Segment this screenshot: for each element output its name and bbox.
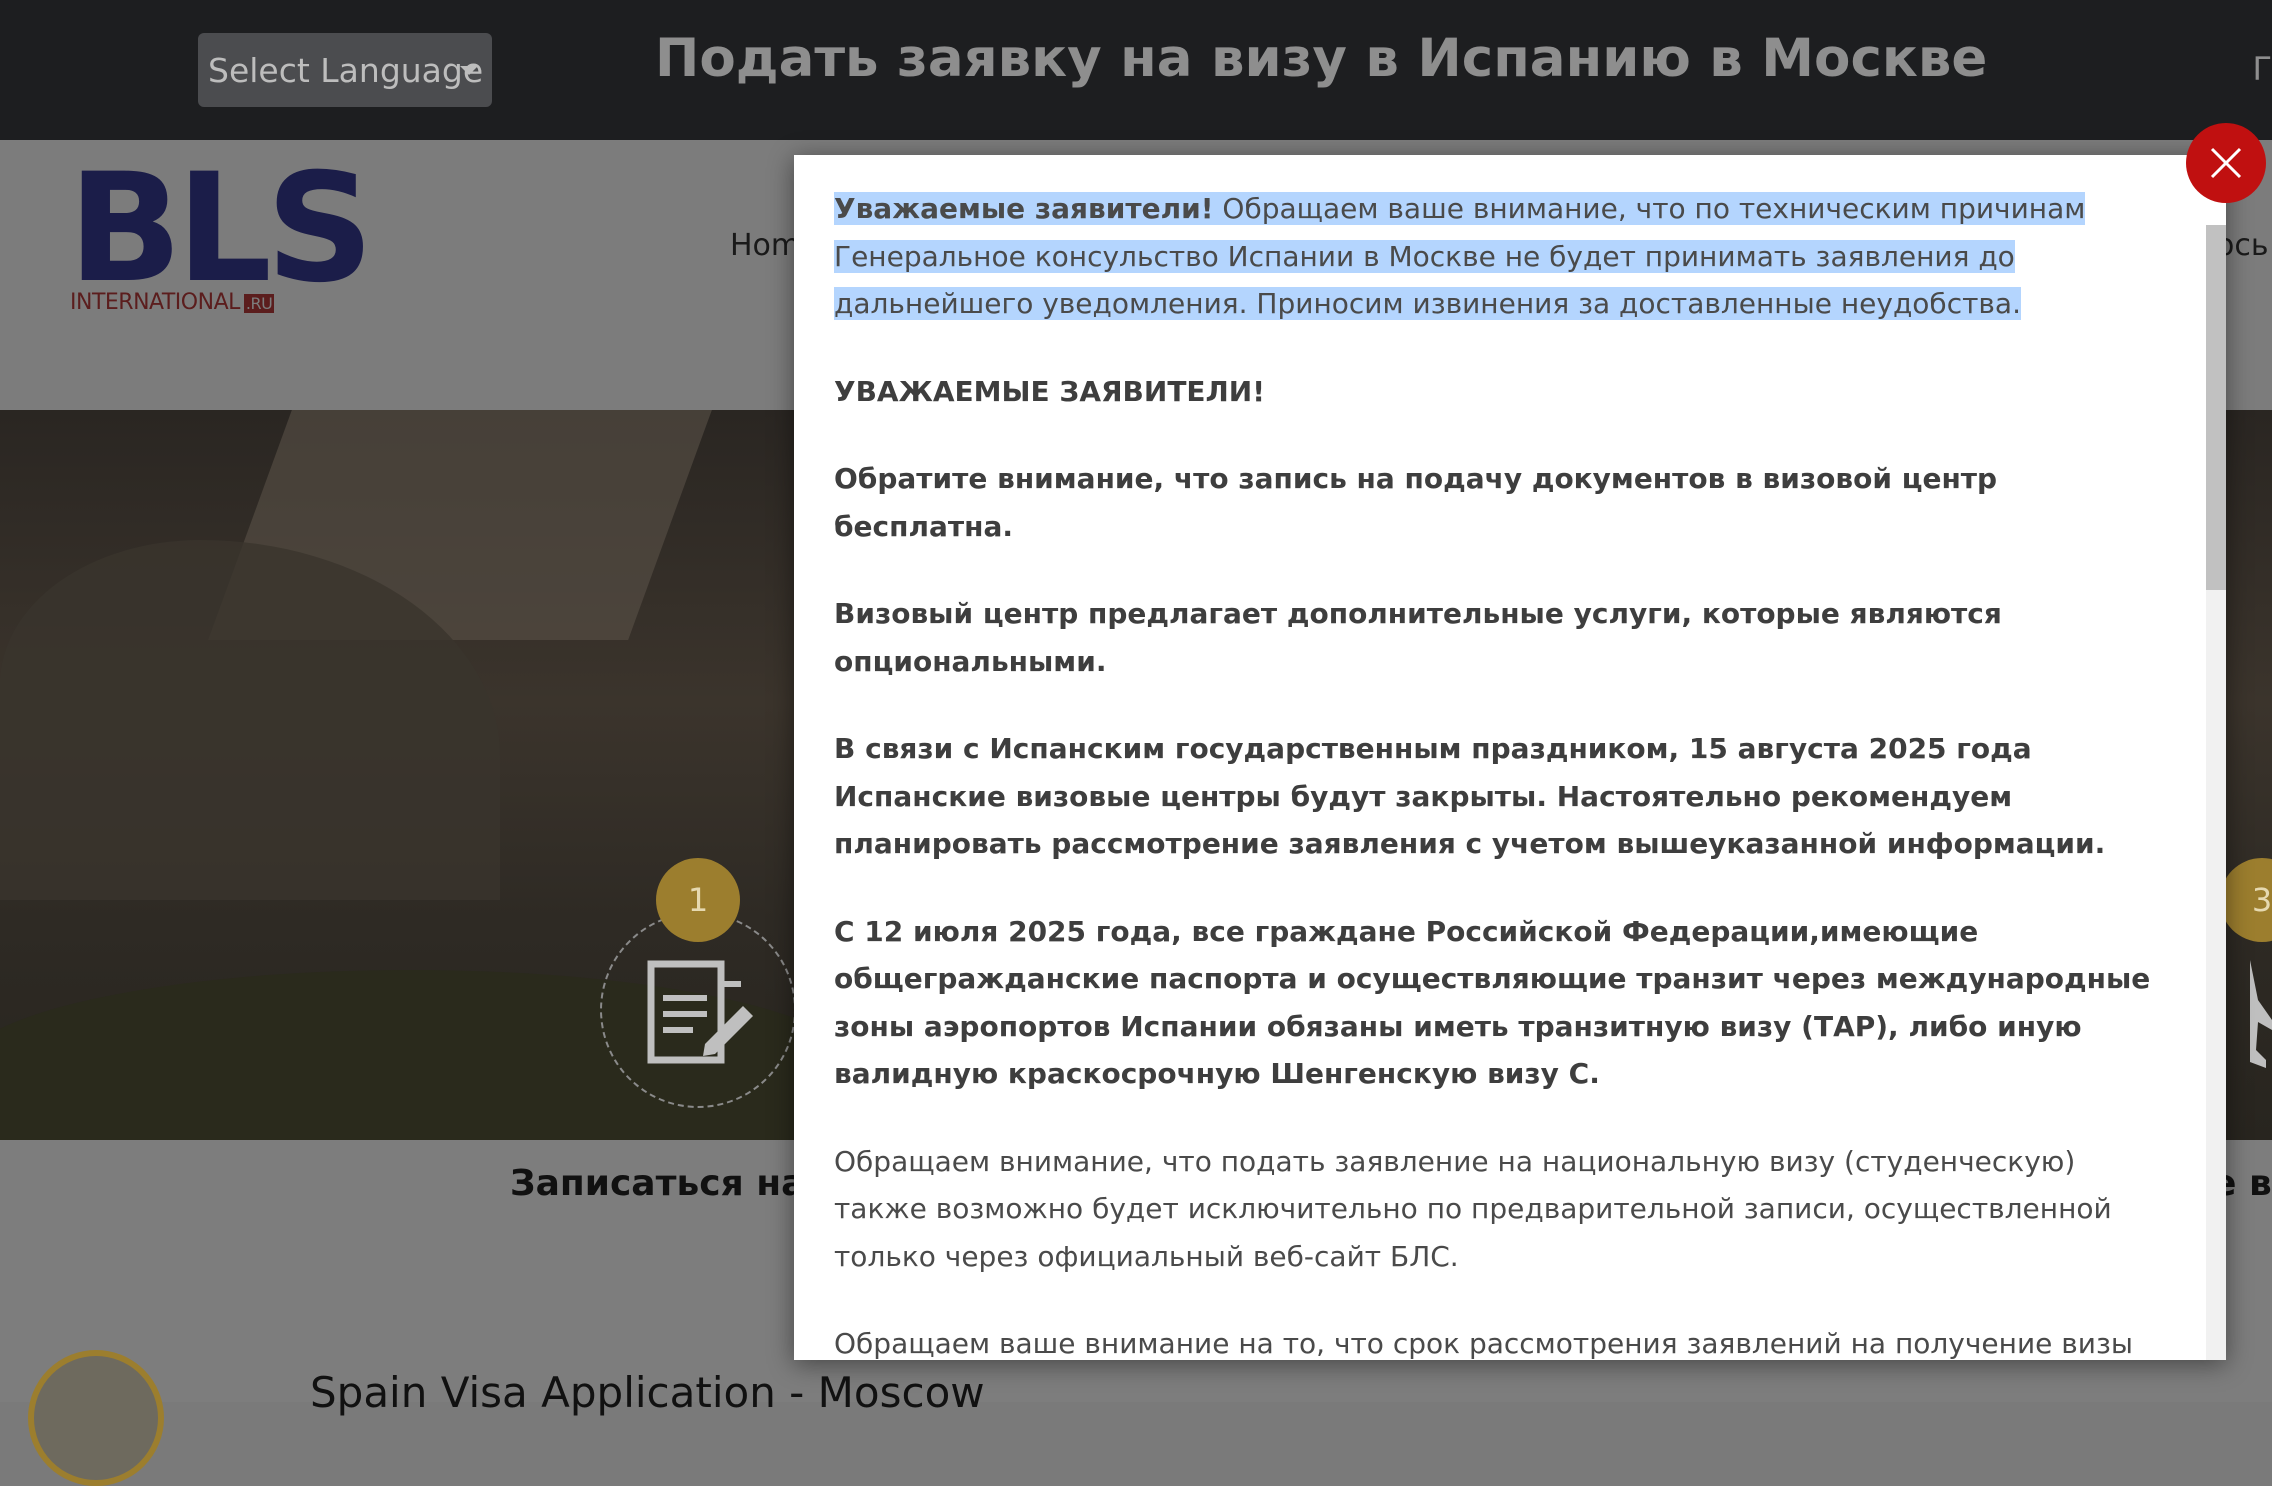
notice-paragraph-1: Уважаемые заявители! Обращаем ваше внима… [834, 192, 2086, 320]
chevron-down-icon [460, 66, 478, 75]
notice-paragraph-optional-services: Визовый центр предлагает дополнительные … [834, 597, 2002, 678]
topbar-edge-text: Г [2252, 50, 2272, 88]
language-select[interactable]: Select Language [198, 33, 492, 107]
bls-logo[interactable]: BLS INTERNATIONAL .RU [68, 142, 374, 322]
step-1-badge: 1 [656, 858, 740, 942]
notice-paragraph-national-visa: Обращаем внимание, что подать заявление … [834, 1144, 2112, 1273]
notice-paragraph-transit-visa: С 12 июля 2025 года, все граждане Россий… [834, 914, 2151, 1091]
notice-modal-body: Уважаемые заявители! Обращаем ваше внима… [834, 185, 2170, 1360]
nav-item-home[interactable]: Hom [730, 228, 800, 263]
plane-icon [2228, 960, 2272, 1074]
language-select-value: Select Language [208, 50, 484, 90]
logo-subtitle: INTERNATIONAL .RU [70, 290, 275, 315]
close-modal-button[interactable] [2186, 123, 2266, 203]
close-icon [2210, 147, 2242, 179]
document-edit-icon [645, 958, 757, 1074]
section-title: Spain Visa Application - Moscow [310, 1368, 985, 1417]
notice-paragraph-holiday: В связи с Испанским государственным праз… [834, 732, 2106, 860]
notice-paragraph-processing-time: Обращаем ваше внимание на то, что срок р… [834, 1327, 2133, 1360]
book-appointment-label[interactable]: Записаться на п [510, 1163, 843, 1204]
section-icon [28, 1350, 164, 1486]
notice-modal: Уважаемые заявители! Обращаем ваше внима… [794, 155, 2226, 1360]
page-title: Подать заявку на визу в Испанию в Москве [655, 28, 1988, 89]
modal-scrollbar-thumb[interactable] [2206, 225, 2226, 590]
notice-heading: УВАЖАЕМЫЕ ЗАЯВИТЕЛИ! [834, 374, 1266, 408]
notice-paragraph-free-booking: Обратите внимание, что запись на подачу … [834, 462, 1998, 543]
top-bar: Select Language Подать заявку на визу в … [0, 0, 2272, 140]
